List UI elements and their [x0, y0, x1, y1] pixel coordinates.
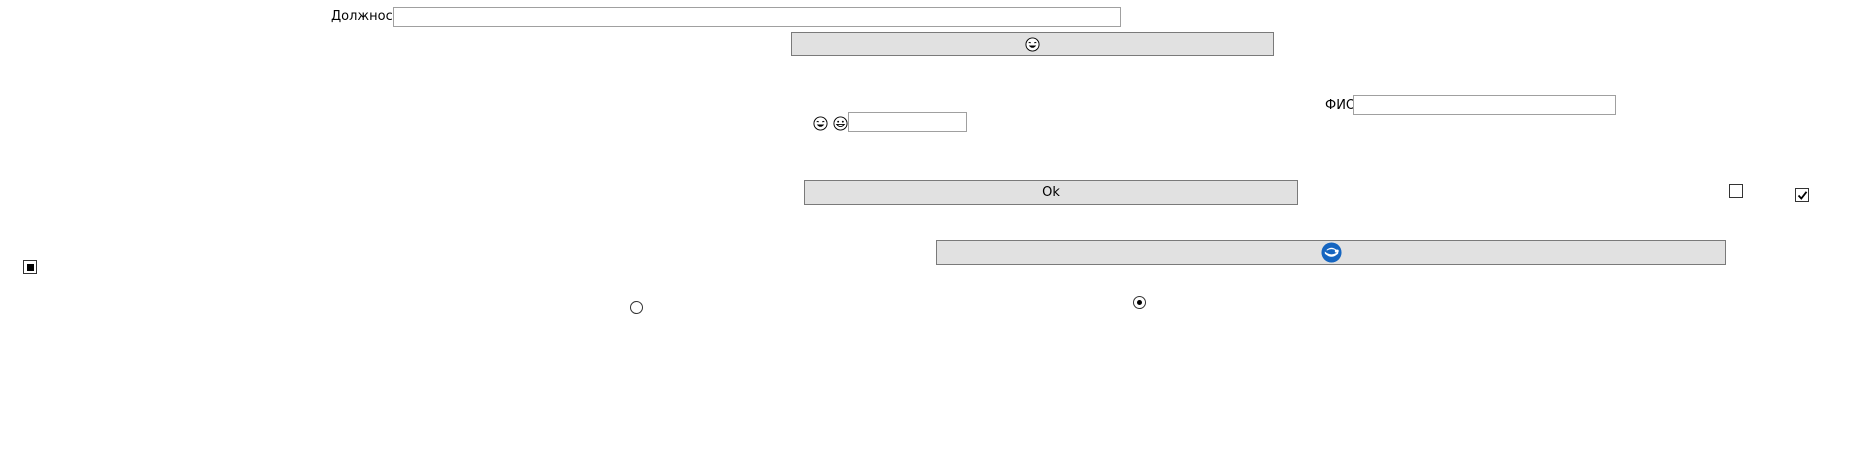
laughing-face-icon: [813, 116, 828, 131]
indeterminate-square-icon: [26, 263, 34, 271]
checkbox-indeterminate[interactable]: [23, 260, 37, 274]
ok-button[interactable]: Ok: [804, 180, 1298, 205]
blue-circular-logo-icon: [1320, 242, 1342, 263]
check-mark-icon: [1797, 190, 1808, 201]
grinning-face-icon: [833, 116, 848, 131]
emoji-button[interactable]: [791, 32, 1274, 56]
fio-label: ФИО: [1325, 98, 1357, 113]
laughing-face-icon: [1025, 36, 1040, 52]
logo-button[interactable]: [936, 240, 1726, 265]
small-input[interactable]: [848, 112, 967, 132]
radio-selected[interactable]: [1133, 296, 1146, 309]
radio-dot: [1137, 300, 1142, 305]
checkbox-unchecked[interactable]: [1729, 184, 1743, 198]
fio-input[interactable]: [1353, 95, 1616, 115]
checkbox-checked[interactable]: [1795, 188, 1809, 202]
position-input[interactable]: [393, 7, 1121, 27]
radio-unselected[interactable]: [630, 301, 643, 314]
